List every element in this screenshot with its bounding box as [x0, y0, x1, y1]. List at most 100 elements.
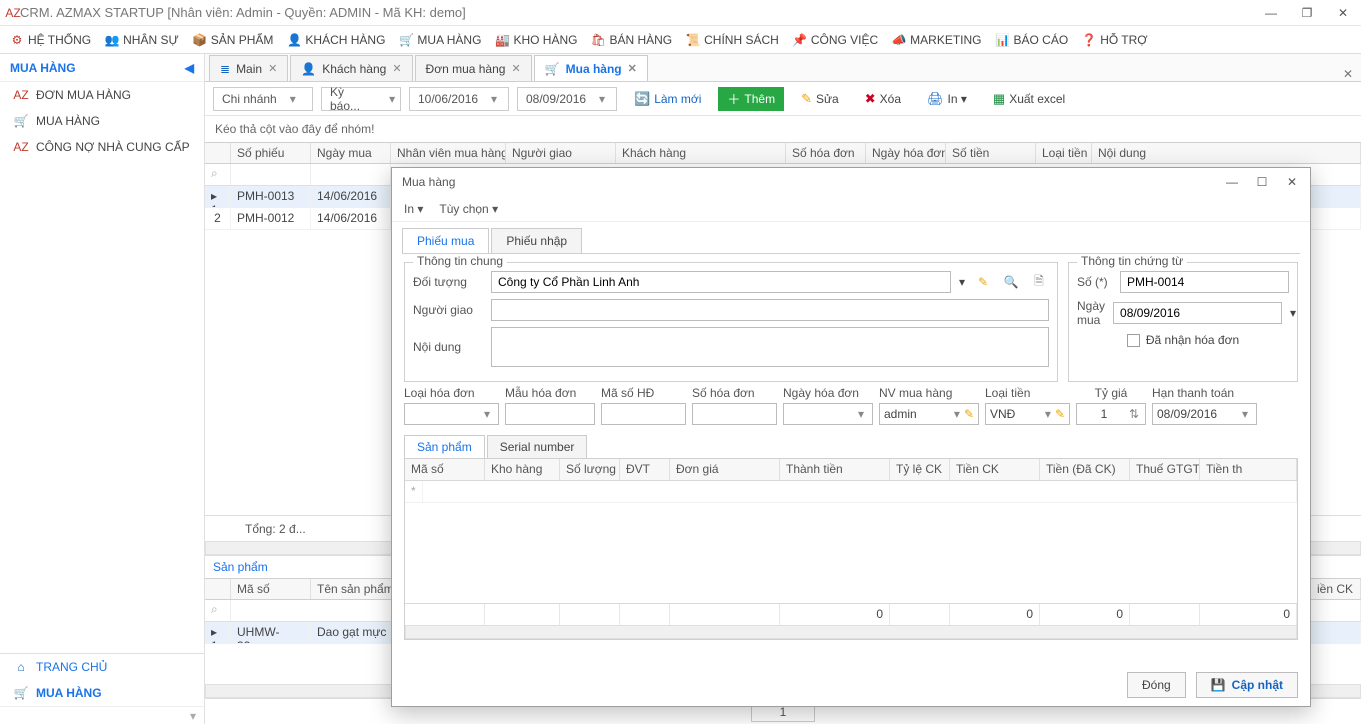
refresh-icon: 🔄: [634, 91, 650, 107]
window-close[interactable]: ✕: [1331, 6, 1355, 20]
tabstrip-close-all[interactable]: ✕: [1343, 67, 1353, 81]
input-noidung[interactable]: [491, 327, 1049, 367]
sidebar-item-donmuahang[interactable]: AZĐƠN MUA HÀNG: [0, 82, 204, 108]
input-sohd[interactable]: [692, 403, 777, 425]
tab-close-icon[interactable]: ✕: [628, 62, 637, 75]
col-khachhang[interactable]: Khách hàng: [616, 143, 786, 163]
menu-khachhang[interactable]: 👤KHÁCH HÀNG: [287, 33, 385, 47]
chevron-down-icon[interactable]: ▾: [959, 275, 965, 289]
menu-banhang[interactable]: 🛍BÁN HÀNG: [591, 33, 672, 47]
chevron-down-icon: ▾: [384, 92, 400, 106]
menu-congviec[interactable]: 📌CÔNG VIỆC: [793, 33, 878, 47]
input-nguoigiao[interactable]: [491, 299, 1049, 321]
home-icon: ⌂: [14, 660, 28, 674]
chevron-down-icon[interactable]: ▾: [1290, 306, 1296, 320]
innergrid-hscroll[interactable]: [405, 625, 1297, 639]
menu-khohang[interactable]: 🏭KHO HÀNG: [495, 33, 577, 47]
input-mauhd[interactable]: [505, 403, 595, 425]
innertab-sanpham[interactable]: Sản phẩm: [404, 435, 485, 458]
page-icon[interactable]: 🗎: [1029, 272, 1049, 292]
sidebar-item-muahang[interactable]: 🛒MUA HÀNG: [0, 108, 204, 134]
col-sotien[interactable]: Số tiền: [946, 143, 1036, 163]
chevron-down-icon: ▾: [594, 92, 610, 106]
inner-new-row[interactable]: *: [405, 481, 1297, 503]
dlgtab-phieunhap[interactable]: Phiếu nhập: [491, 228, 582, 253]
combo-chinhanh[interactable]: Chi nhánh▾: [213, 87, 313, 111]
dialog-minimize[interactable]: ―: [1224, 175, 1240, 189]
date-from[interactable]: 10/06/2016▾: [409, 87, 509, 111]
pencil-icon[interactable]: ✎: [973, 272, 993, 292]
print-button[interactable]: 🖨In ▾: [918, 87, 976, 111]
tab-donmuahang[interactable]: Đơn mua hàng✕: [415, 55, 532, 81]
combo-loaihd[interactable]: ▾: [404, 403, 499, 425]
date-to[interactable]: 08/09/2016▾: [517, 87, 617, 111]
chevron-down-icon: ▾: [285, 92, 301, 106]
col-sohoadon[interactable]: Số hóa đơn: [786, 143, 866, 163]
input-ngaymua[interactable]: [1113, 302, 1282, 324]
input-doituong[interactable]: [491, 271, 951, 293]
window-restore[interactable]: ❐: [1295, 6, 1319, 20]
collapse-icon[interactable]: ◀: [185, 61, 194, 75]
tab-close-icon[interactable]: ✕: [392, 62, 401, 75]
tab-muahang[interactable]: 🛒Mua hàng✕: [534, 55, 648, 81]
combo-nvmua[interactable]: admin▾✎: [879, 403, 979, 425]
col-ngayhoadon[interactable]: Ngày hóa đơn: [866, 143, 946, 163]
menu-hethong[interactable]: ⚙HỆ THỐNG: [10, 33, 91, 47]
check-danhan[interactable]: Đã nhận hóa đơn: [1127, 333, 1239, 347]
dialog-options[interactable]: Tùy chọn ▾: [439, 202, 498, 216]
input-so[interactable]: [1120, 271, 1289, 293]
tab-close-icon[interactable]: ✕: [268, 62, 277, 75]
tab-khachhang[interactable]: 👤Khách hàng✕: [290, 55, 412, 81]
dialog-save-button[interactable]: 💾Cập nhật: [1196, 672, 1298, 698]
dlgtab-phieumua[interactable]: Phiếu mua: [402, 228, 489, 253]
menu-sanpham[interactable]: 📦SẢN PHẨM: [193, 33, 274, 47]
dialog-close-button[interactable]: Đóng: [1127, 672, 1186, 698]
pencil-icon[interactable]: ✎: [964, 407, 974, 421]
col-ngaymua[interactable]: Ngày mua: [311, 143, 391, 163]
toolbar: Chi nhánh▾ Kỳ báo...▾ 10/06/2016▾ 08/09/…: [205, 82, 1361, 116]
input-hantt[interactable]: 08/09/2016▾: [1152, 403, 1257, 425]
combo-kybao[interactable]: Kỳ báo...▾: [321, 87, 401, 111]
sidebar-muahang-bottom[interactable]: 🛒MUA HÀNG: [0, 680, 204, 706]
sidebar-item-congno[interactable]: AZCÔNG NỢ NHÀ CUNG CẤP: [0, 134, 204, 160]
box-icon: 📦: [193, 33, 207, 47]
menu-marketing[interactable]: 📣MARKETING: [892, 33, 981, 47]
col-noidung[interactable]: Nội dung: [1092, 143, 1361, 163]
input-masohd[interactable]: [601, 403, 686, 425]
menu-baocao[interactable]: 📊BÁO CÁO: [996, 33, 1069, 47]
order-icon: AZ: [14, 88, 28, 102]
tab-close-icon[interactable]: ✕: [511, 62, 520, 75]
combo-loaitien[interactable]: VNĐ▾✎: [985, 403, 1070, 425]
sidebar-trangchu[interactable]: ⌂TRANG CHỦ: [0, 654, 204, 680]
chevron-down-icon: ▾: [486, 92, 502, 106]
refresh-button[interactable]: 🔄Làm mới: [625, 87, 710, 111]
menu-nhansu[interactable]: 👥NHÂN SỰ: [105, 33, 179, 47]
edit-button[interactable]: ✎Sửa: [792, 87, 848, 111]
save-icon: 💾: [1211, 678, 1226, 692]
col-sophieu[interactable]: Số phiếu: [231, 143, 311, 163]
excel-button[interactable]: ▦Xuất excel: [984, 87, 1074, 111]
dialog-close[interactable]: ✕: [1284, 175, 1300, 189]
col-nguoigiao[interactable]: Người giao: [506, 143, 616, 163]
window-minimize[interactable]: ―: [1259, 6, 1283, 20]
debt-icon: AZ: [14, 140, 28, 154]
user-icon: 👤: [301, 62, 316, 76]
pencil-icon[interactable]: ✎: [1055, 407, 1065, 421]
add-button[interactable]: ＋Thêm: [718, 87, 784, 111]
input-tygia[interactable]: 1⇅: [1076, 403, 1146, 425]
app-icon: AZ: [6, 6, 20, 20]
menu-muahang[interactable]: 🛒MUA HÀNG: [399, 33, 481, 47]
dialog-print[interactable]: In ▾: [404, 202, 423, 216]
menu-hotro[interactable]: ❓HỖ TRỢ: [1082, 33, 1147, 47]
menu-chinhsach[interactable]: 📜CHÍNH SÁCH: [686, 33, 779, 47]
delete-button[interactable]: ✖Xóa: [856, 87, 910, 111]
col-loaitien[interactable]: Loại tiền: [1036, 143, 1092, 163]
col-rownum[interactable]: [205, 143, 231, 163]
col-nvmua[interactable]: Nhân viên mua hàng: [391, 143, 506, 163]
dialog-maximize[interactable]: ☐: [1254, 175, 1270, 189]
tab-main[interactable]: ≣Main✕: [209, 55, 288, 81]
search-icon[interactable]: 🔍: [1001, 272, 1021, 292]
innertab-serial[interactable]: Serial number: [487, 435, 588, 458]
input-ngayhd[interactable]: ▾: [783, 403, 873, 425]
printer-icon: 🖨: [927, 91, 944, 107]
